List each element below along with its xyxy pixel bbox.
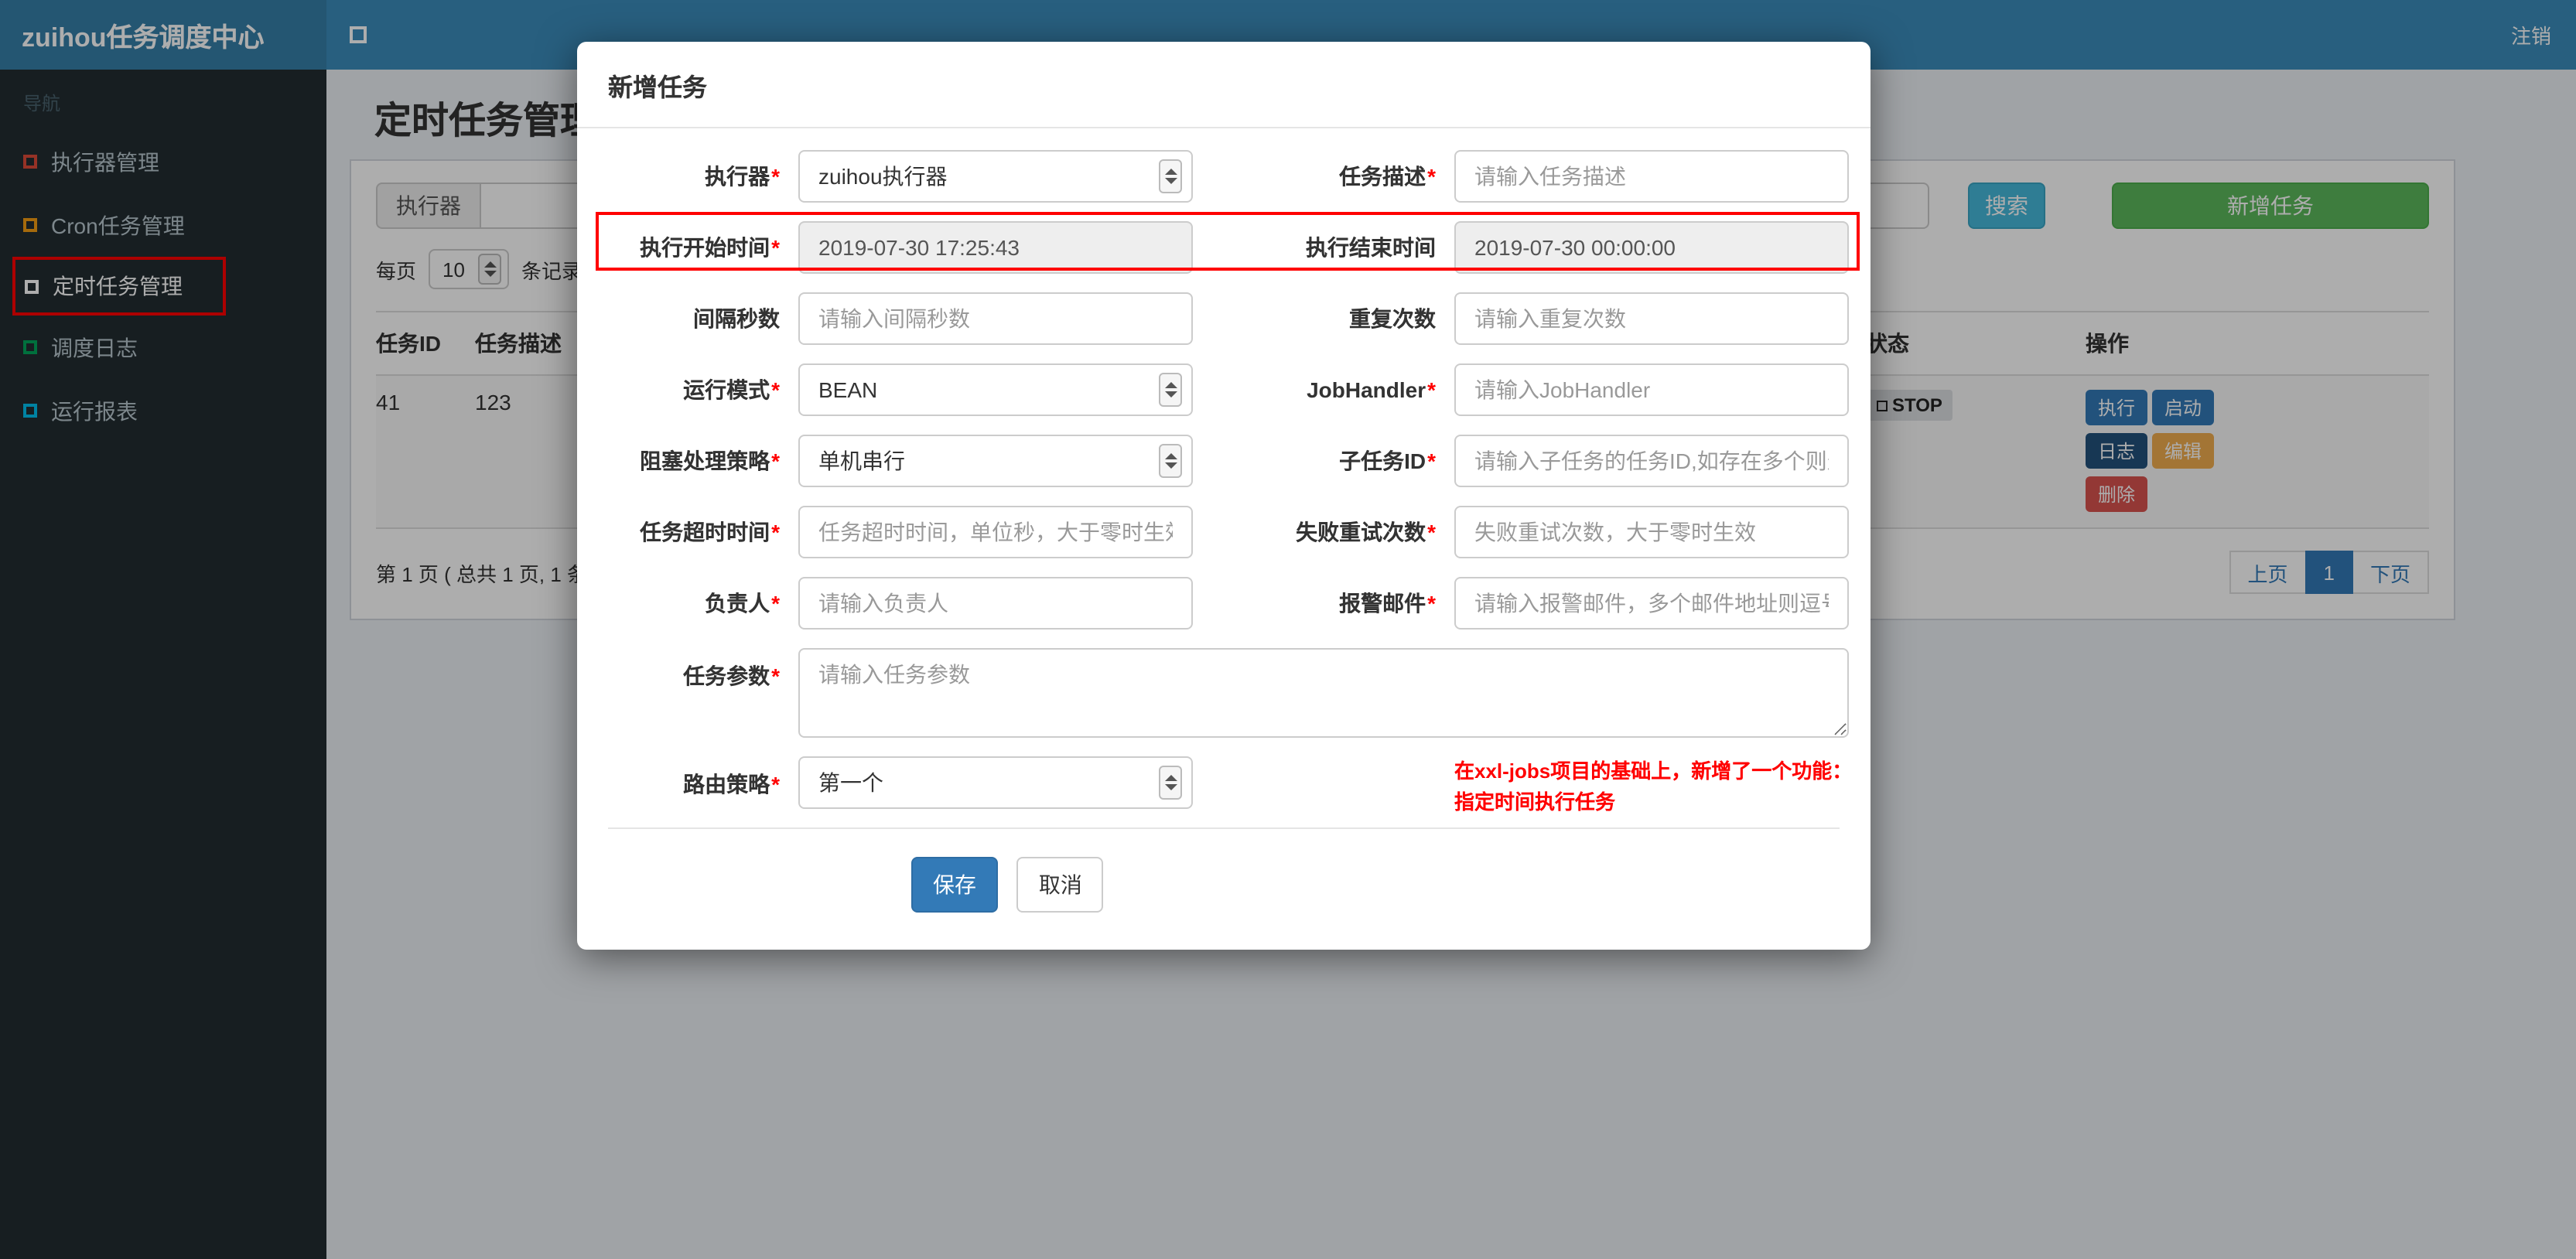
end-time-input[interactable] xyxy=(1454,221,1849,274)
interval-input[interactable] xyxy=(798,292,1193,345)
select-arrows-icon xyxy=(1159,444,1182,478)
select-arrows-icon xyxy=(1159,766,1182,800)
child-job-label: 子任务ID * xyxy=(1339,449,1436,473)
block-strategy-select[interactable]: 单机串行 xyxy=(798,435,1193,487)
timeout-input[interactable] xyxy=(798,506,1193,558)
child-job-input[interactable] xyxy=(1454,435,1849,487)
repeat-label: 重复次数 xyxy=(1349,306,1436,331)
job-param-label: 任务参数 * xyxy=(683,664,780,688)
modal-title: 新增任务 xyxy=(608,76,708,102)
job-desc-input[interactable] xyxy=(1454,150,1849,203)
cancel-button[interactable]: 取消 xyxy=(1016,857,1104,913)
run-mode-label: 运行模式 * xyxy=(683,377,780,402)
executor-label: 执行器 * xyxy=(705,164,780,189)
route-strategy-label: 路由策略 * xyxy=(683,772,780,797)
job-param-textarea[interactable] xyxy=(798,648,1849,738)
job-desc-label: 任务描述 * xyxy=(1339,164,1436,189)
block-strategy-label: 阻塞处理策略 * xyxy=(640,449,780,473)
select-arrows-icon xyxy=(1159,373,1182,407)
owner-input[interactable] xyxy=(798,577,1193,630)
modal-body: 执行器* zuihou执行器 任务描述* 执行开始时间* 执行结束时间 间隔秒数… xyxy=(577,128,1871,818)
run-mode-select[interactable]: BEAN xyxy=(798,363,1193,416)
feature-note: 在xxl-jobs项目的基础上，新增了一个功能： 指定时间执行任务 xyxy=(1454,759,1853,814)
jobhandler-input[interactable] xyxy=(1454,363,1849,416)
end-time-label: 执行结束时间 xyxy=(1306,235,1436,260)
timeout-label: 任务超时时间 * xyxy=(640,520,780,544)
start-time-input[interactable] xyxy=(798,221,1193,274)
select-arrows-icon xyxy=(1159,159,1182,193)
save-button[interactable]: 保存 xyxy=(911,857,998,913)
modal-header: 新增任务 xyxy=(577,42,1871,128)
app-root: zuihou任务调度中心 注销 导航 执行器管理 Cron任务管理 定时任务管理 xyxy=(0,0,2576,1259)
start-time-label: 执行开始时间 * xyxy=(640,235,780,260)
owner-label: 负责人 * xyxy=(705,591,780,616)
add-task-modal: 新增任务 执行器* zuihou执行器 任务描述* 执行开始时间* 执行结束时间… xyxy=(577,42,1871,950)
alarm-email-input[interactable] xyxy=(1454,577,1849,630)
executor-select[interactable]: zuihou执行器 xyxy=(798,150,1193,203)
retry-input[interactable] xyxy=(1454,506,1849,558)
jobhandler-label: JobHandler * xyxy=(1307,377,1436,402)
repeat-input[interactable] xyxy=(1454,292,1849,345)
route-strategy-select[interactable]: 第一个 xyxy=(798,756,1193,809)
alarm-email-label: 报警邮件 * xyxy=(1339,591,1436,616)
interval-label: 间隔秒数 xyxy=(693,306,780,331)
retry-label: 失败重试次数 * xyxy=(1296,520,1436,544)
modal-footer: 保存 取消 xyxy=(608,827,1840,950)
